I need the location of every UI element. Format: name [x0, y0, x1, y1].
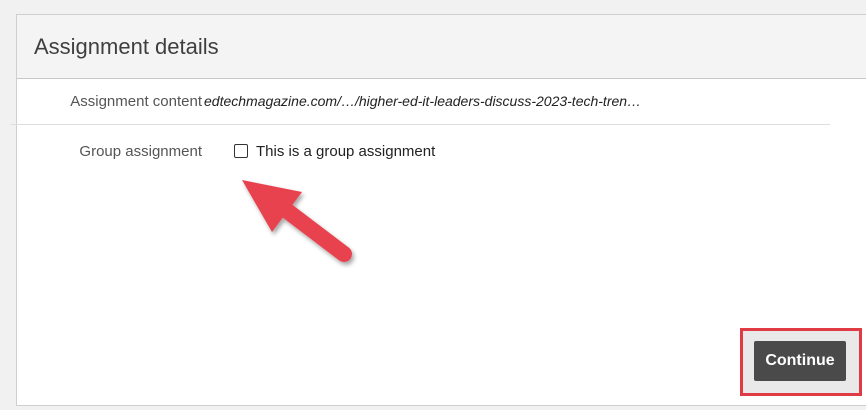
panel-title: Assignment details — [34, 33, 219, 59]
assignment-details-panel: Assignment details — [16, 14, 866, 406]
group-assignment-row: Group assignment This is a group assignm… — [0, 136, 866, 166]
row-divider — [10, 124, 830, 125]
assignment-content-label: Assignment content — [70, 92, 202, 110]
assignment-content-row: Assignment content edtechmagazine.com/…/… — [0, 78, 866, 124]
annotation-arrow-icon — [242, 180, 352, 262]
group-assignment-checkbox-field[interactable]: This is a group assignment — [234, 143, 435, 160]
panel-header: Assignment details — [17, 15, 866, 79]
continue-button[interactable]: Continue — [754, 341, 846, 381]
group-assignment-checkbox-label[interactable]: This is a group assignment — [256, 143, 435, 160]
group-assignment-checkbox[interactable] — [234, 144, 248, 158]
assignment-content-link[interactable]: edtechmagazine.com/…/higher-ed-it-leader… — [204, 93, 641, 109]
group-assignment-label: Group assignment — [79, 142, 202, 160]
